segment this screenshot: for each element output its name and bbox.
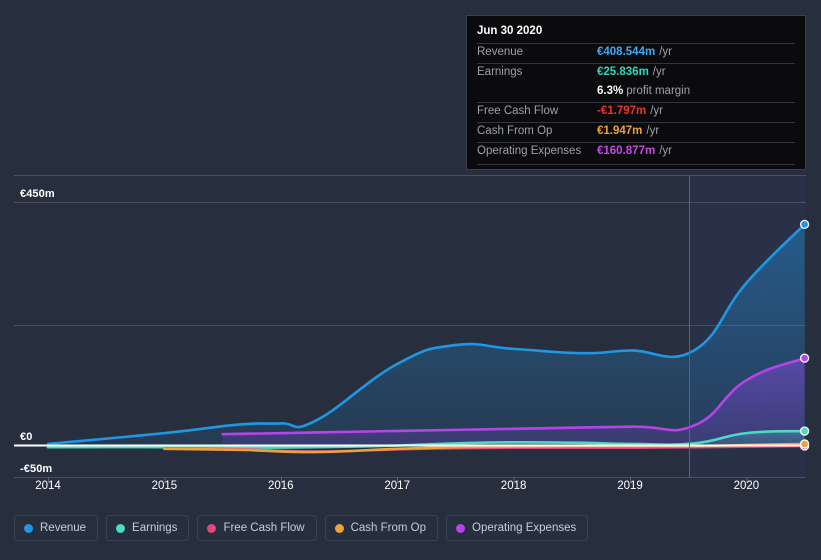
tooltip-row-unit: /yr: [659, 145, 672, 157]
tooltip-row-sublabel: profit margin: [626, 85, 691, 97]
x-axis-label-2020: 2020: [733, 480, 760, 492]
endpoint-marker-revenue: [799, 219, 810, 230]
tooltip-row-unit: /yr: [659, 46, 672, 58]
endpoint-marker-operating-expenses: [799, 353, 810, 363]
tooltip-row-1: Earnings €25.836m/yr: [477, 63, 795, 83]
tooltip-row-0: Revenue €408.544m/yr: [477, 43, 795, 63]
x-axis-label-2019: 2019: [617, 480, 643, 492]
tooltip-row-value: €1.947m: [597, 125, 643, 137]
x-axis-label-2016: 2016: [268, 480, 294, 492]
tooltip-row-4: Cash From Op €1.947m/yr: [477, 122, 795, 142]
tooltip-row-value: €408.544m: [597, 46, 656, 58]
legend-item-label: Cash From Op: [350, 522, 427, 534]
legend-item-label: Earnings: [132, 522, 178, 534]
tooltip-row-unit: /yr: [646, 125, 660, 137]
legend-item-cash-from-op[interactable]: Cash From Op: [324, 515, 439, 541]
y-axis-label-2: -€50m: [20, 463, 53, 475]
legend-color-dot-icon: [207, 523, 217, 533]
legend-item-revenue[interactable]: Revenue: [14, 515, 99, 541]
tooltip-row-label: Earnings: [477, 66, 523, 78]
tooltip-row-value: -€1.797m: [597, 105, 647, 117]
tooltip-row-value: €160.877m: [597, 145, 656, 157]
legend-item-label: Free Cash Flow: [223, 522, 305, 534]
tooltip-row-2: 6.3% profit margin: [477, 83, 795, 102]
legend-color-dot-icon: [24, 523, 33, 533]
x-axis-label-2017: 2017: [384, 480, 410, 492]
tooltip-date: Jun 30 2020: [477, 25, 543, 37]
y-axis-label-0: €450m: [20, 188, 55, 200]
endpoint-marker-cash-from-op: [799, 439, 810, 449]
endpoint-marker-earnings: [799, 426, 810, 436]
legend-item-label: Operating Expenses: [472, 522, 577, 534]
legend-item-label: Revenue: [40, 522, 87, 534]
chart-legend: Revenue Earnings Free Cash Flow Cash From O…: [0, 508, 821, 548]
legend-color-dot-icon: [116, 523, 126, 533]
tooltip-bottom-divider: [477, 164, 795, 165]
legend-item-operating-expenses[interactable]: Operating Expenses: [446, 515, 589, 541]
tooltip-row-5: Operating Expenses €160.877m/yr: [477, 142, 795, 162]
financial-performance-chart: €450m €0 -€50m 2014 2015 2016 2017 2018 2019 202…: [0, 0, 821, 560]
tooltip-row-unit: /yr: [652, 66, 666, 78]
data-tooltip: Jun 30 2020 Revenue €408.544m/yr Earnings €…: [466, 15, 806, 170]
tooltip-row-value: 6.3%: [597, 85, 624, 97]
tooltip-row-label: Operating Expenses: [477, 145, 582, 157]
tooltip-row-unit: /yr: [650, 105, 664, 117]
x-axis-label-2015: 2015: [151, 480, 178, 492]
tooltip-row-3: Free Cash Flow -€1.797m/yr: [477, 102, 795, 122]
tooltip-row-value: €25.836m: [597, 66, 649, 78]
legend-color-dot-icon: [334, 523, 344, 533]
tooltip-row-label: Free Cash Flow: [477, 105, 559, 117]
x-axis-label-2018: 2018: [500, 480, 527, 492]
tooltip-row-label: Revenue: [477, 46, 524, 58]
tooltip-row-label: Cash From Op: [477, 125, 553, 137]
legend-color-dot-icon: [456, 523, 466, 533]
tooltip-rows: Revenue €408.544m/yr Earnings €25.836m/yr 6.…: [477, 43, 795, 162]
y-axis-label-1: €0: [20, 431, 33, 443]
x-axis-label-2014: 2014: [35, 480, 61, 492]
legend-item-earnings[interactable]: Earnings: [106, 515, 190, 541]
legend-item-free-cash-flow[interactable]: Free Cash Flow: [197, 515, 317, 541]
